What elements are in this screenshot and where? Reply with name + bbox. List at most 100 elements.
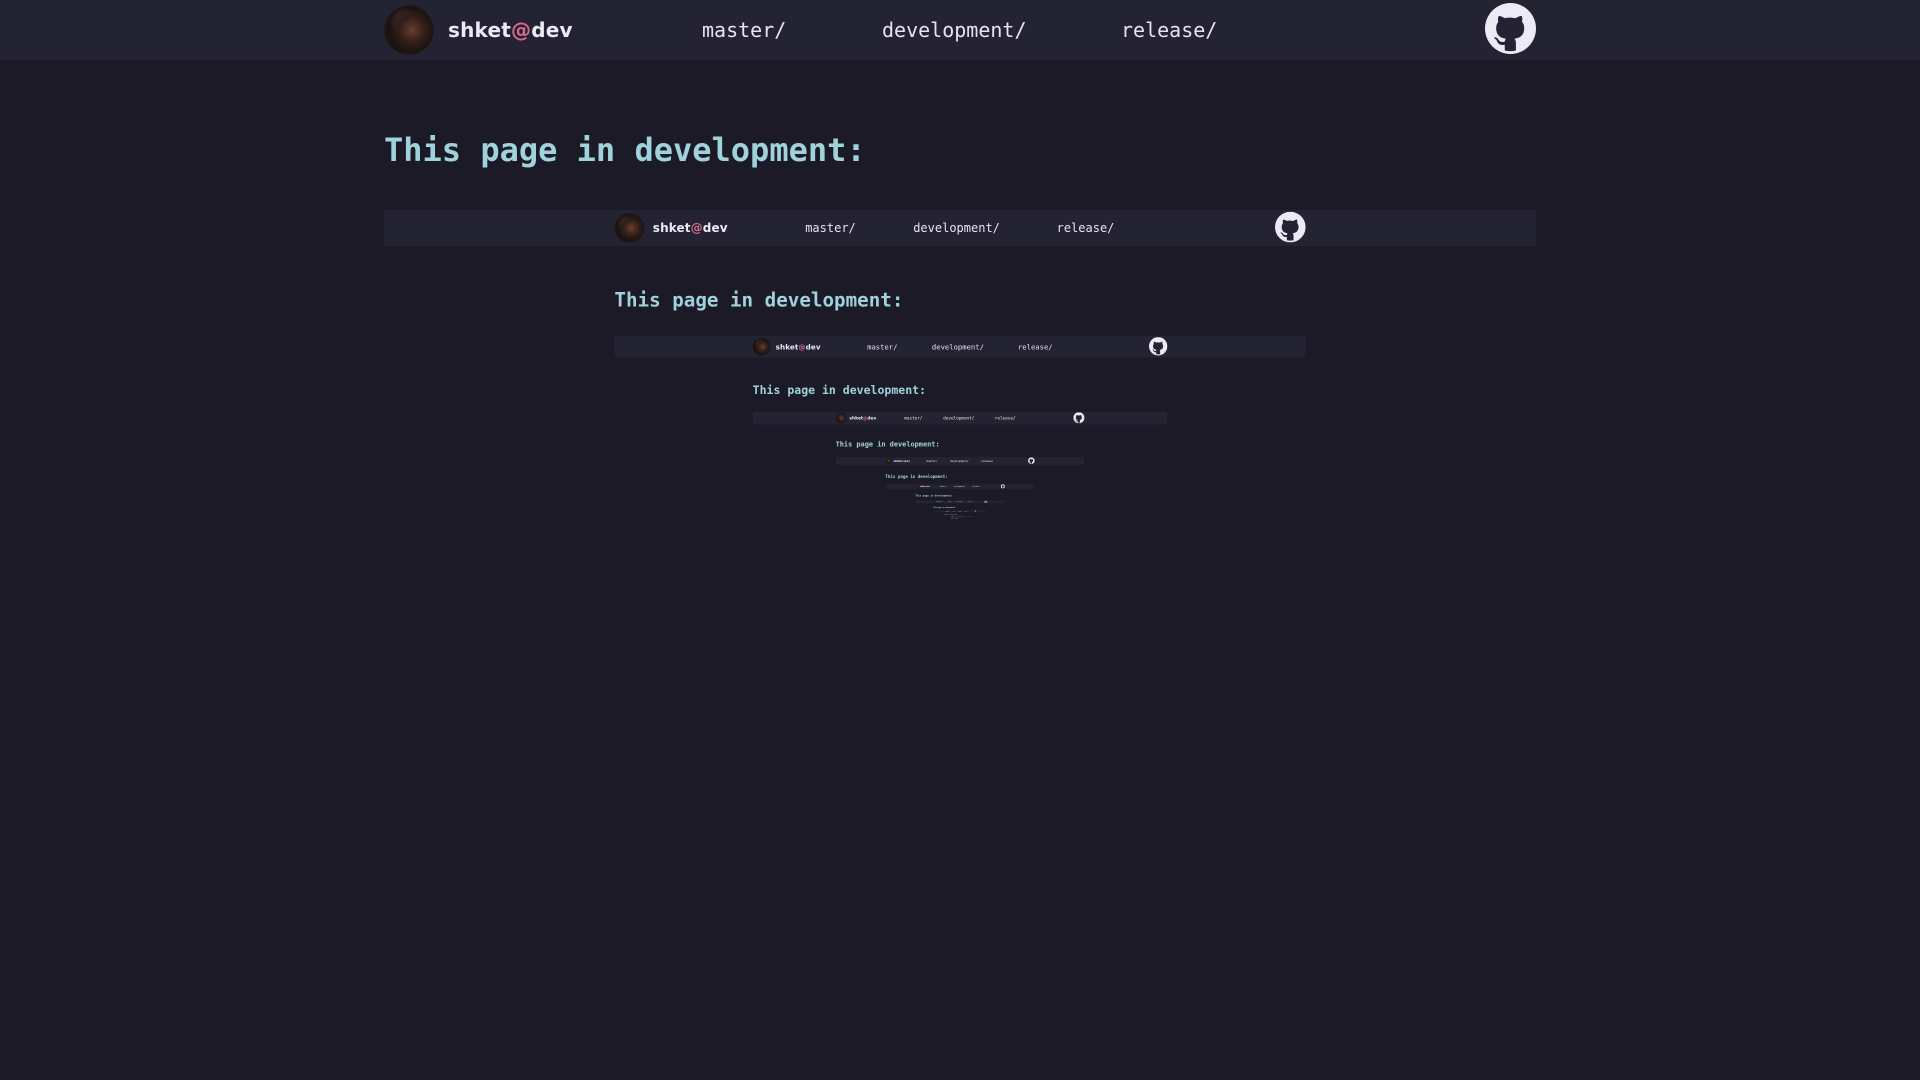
nav-link-development[interactable]: development/ — [954, 485, 965, 488]
avatar — [752, 337, 771, 356]
nav-link-development[interactable]: development/ — [943, 415, 974, 422]
brand-home-link[interactable]: shket@dev — [933, 500, 942, 504]
nested-page-preview: shket@dev master/ development/ release/ … — [885, 484, 1035, 568]
github-link[interactable] — [1000, 484, 1005, 489]
navbar: shket@dev master/ development/ release/ — [885, 484, 1035, 489]
github-link[interactable] — [1073, 412, 1085, 424]
brand-suffix: dev — [947, 510, 950, 512]
github-link[interactable] — [968, 516, 970, 518]
nav-link-master[interactable]: master/ — [953, 511, 955, 512]
nav-link-release[interactable]: release/ — [965, 511, 968, 512]
brand-home-link[interactable]: shket@dev — [835, 412, 877, 424]
page-heading: This page in development: — [835, 439, 940, 449]
page-heading: This page in development: — [614, 288, 904, 312]
avatar — [614, 213, 645, 243]
page-preview-frame: shket@dev master/ development/ release/ … — [943, 516, 977, 534]
nav-link-release[interactable]: release/ — [1057, 218, 1115, 237]
brand-home-link[interactable]: shket@dev — [915, 484, 930, 489]
nav-link-development[interactable]: development/ — [913, 218, 1000, 237]
avatar — [384, 5, 434, 55]
nav-link-development[interactable]: development/ — [958, 511, 962, 512]
brand-home-link[interactable]: shket@dev — [614, 213, 728, 243]
brand-suffix: dev — [702, 220, 728, 236]
github-link[interactable] — [1149, 337, 1168, 356]
nav-link-master[interactable]: master/ — [940, 485, 947, 488]
brand-text: shket@dev — [894, 459, 910, 462]
navbar: shket@dev master/ development/ release/ — [943, 516, 977, 518]
avatar — [915, 484, 920, 489]
page-preview-frame: shket@dev master/ development/ release/ … — [885, 484, 1035, 568]
nav-link-master[interactable]: master/ — [956, 516, 957, 517]
brand-name: shket — [849, 415, 864, 421]
page-preview-frame: shket@dev master/ development/ release/ … — [835, 456, 1085, 597]
navbar: shket@dev master/ development/ release/ — [0, 0, 1920, 60]
nested-page-preview: shket@dev master/ development/ release/ … — [384, 210, 1536, 858]
avatar — [885, 457, 892, 465]
github-icon — [1000, 484, 1005, 489]
nav-link-development[interactable]: development/ — [882, 14, 1027, 46]
page-heading: This page in development: — [384, 131, 866, 169]
brand-home-link[interactable]: shket@dev — [885, 457, 910, 465]
page-preview-frame: shket@dev master/ development/ release/ … — [915, 500, 1005, 551]
brand-home-link[interactable]: shket@dev — [950, 516, 953, 518]
nav-link-development[interactable]: development/ — [950, 459, 969, 463]
nav-link-master[interactable]: master/ — [904, 415, 922, 422]
github-link[interactable] — [984, 500, 987, 504]
navbar: shket@dev master/ development/ release/ — [384, 210, 1536, 246]
brand-suffix: dev — [805, 342, 821, 352]
page-preview-frame: shket@dev master/ development/ release/ … — [752, 411, 1168, 645]
page-preview-frame: shket@dev master/ development/ release/ … — [933, 510, 987, 540]
nav-link-master[interactable]: master/ — [867, 341, 897, 353]
page-level: shket@dev master/ development/ release/ … — [0, 0, 1920, 1080]
brand-name: shket — [893, 459, 902, 463]
nav-link-master[interactable]: master/ — [927, 459, 938, 463]
navbar: shket@dev master/ development/ release/ — [614, 336, 1306, 358]
brand-home-link[interactable]: shket@dev — [943, 510, 950, 512]
nested-page-preview: shket@dev master/ development/ release/ … — [933, 510, 987, 540]
nested-page-preview: shket@dev master/ development/ release/ … — [752, 411, 1168, 645]
brand-text: shket@dev — [448, 18, 573, 42]
nav-link-master[interactable]: master/ — [948, 501, 952, 502]
nav-link-master[interactable]: master/ — [805, 218, 856, 237]
navbar: shket@dev master/ development/ release/ — [933, 510, 987, 512]
brand-text: shket@dev — [653, 221, 728, 235]
nav-link-release[interactable]: release/ — [1121, 14, 1217, 46]
brand-text: shket@dev — [849, 415, 876, 420]
page-preview-frame: shket@dev master/ development/ release/ … — [614, 336, 1306, 725]
github-icon — [968, 516, 970, 518]
github-link[interactable] — [1275, 211, 1306, 243]
nav-link-master[interactable]: master/ — [702, 14, 786, 46]
avatar — [835, 412, 847, 424]
brand-text: shket@dev — [776, 342, 821, 351]
nav-link-release[interactable]: release/ — [968, 501, 972, 502]
brand-at-sign: @ — [690, 220, 703, 236]
nav-link-release[interactable]: release/ — [995, 415, 1016, 422]
brand-suffix: dev — [926, 485, 930, 488]
brand-suffix: dev — [531, 18, 573, 42]
page-heading: This page in development: — [943, 513, 958, 516]
nested-page-preview: shket@dev master/ development/ release/ … — [835, 456, 1085, 597]
github-icon — [984, 500, 987, 504]
github-link[interactable] — [1028, 457, 1035, 464]
nested-page-preview: shket@dev master/ development/ release/ … — [915, 500, 1005, 551]
nav-link-development[interactable]: development/ — [932, 341, 984, 353]
brand-home-link[interactable]: shket@dev — [752, 337, 821, 356]
nav-link-release[interactable]: release/ — [973, 485, 980, 488]
github-link[interactable] — [1485, 3, 1536, 54]
page-heading: This page in development: — [752, 383, 927, 397]
github-icon — [1028, 457, 1035, 464]
brand-home-link[interactable]: shket@dev — [384, 5, 573, 55]
nav-link-release[interactable]: release/ — [963, 516, 965, 517]
page-heading: This page in development: — [950, 518, 959, 520]
nav-link-development[interactable]: development/ — [956, 501, 963, 502]
github-icon — [1275, 211, 1306, 243]
github-icon — [1149, 337, 1168, 356]
nav-link-release[interactable]: release/ — [1018, 341, 1053, 353]
nested-page-preview: shket@dev master/ development/ release/ … — [614, 336, 1306, 725]
nav-link-release[interactable]: release/ — [981, 459, 993, 463]
brand-text: shket@dev — [920, 486, 930, 488]
page-heading: This page in development: — [915, 494, 953, 498]
page-heading: This page in development: — [933, 506, 956, 509]
nav-link-development[interactable]: development/ — [959, 516, 961, 517]
github-link[interactable] — [974, 510, 977, 512]
